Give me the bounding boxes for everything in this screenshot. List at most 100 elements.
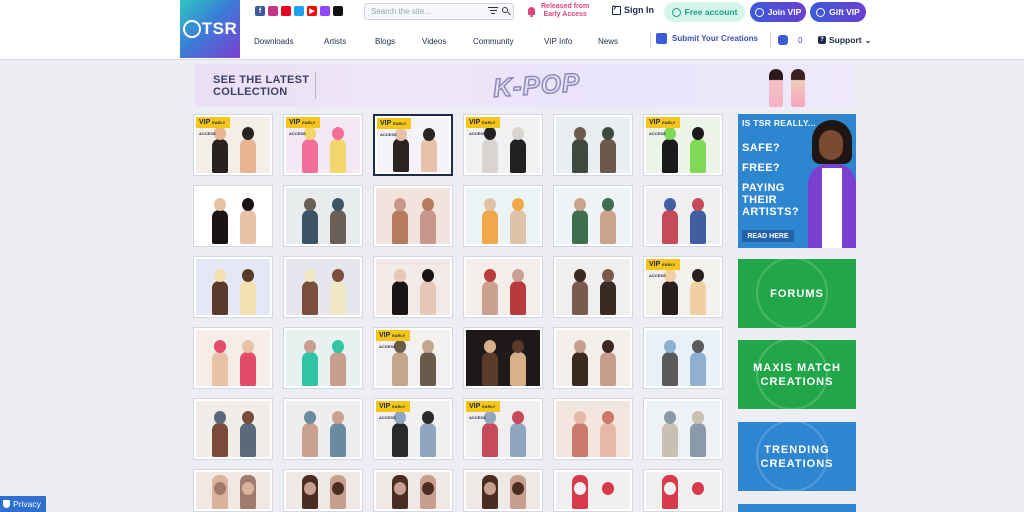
- join-vip-button[interactable]: Join VIP: [750, 2, 806, 22]
- logo-text: TSR: [201, 19, 238, 38]
- maxis-match-label: MAXIS MATCH CREATIONS: [753, 361, 841, 388]
- sign-in-icon: [612, 2, 621, 15]
- tsr-logo-icon: [182, 20, 201, 38]
- download-thumbnail[interactable]: [373, 469, 453, 512]
- download-thumbnail[interactable]: [463, 327, 543, 389]
- download-thumbnail[interactable]: VIP EARLY ACCESS: [193, 114, 273, 176]
- early-access-label: Released from Early Access: [541, 3, 590, 18]
- vip-icon: [754, 7, 764, 17]
- support-menu[interactable]: ? Support ⌄: [818, 35, 871, 45]
- kpop-collection-banner[interactable]: SEE THE LATEST COLLECTION K-POP: [195, 64, 854, 107]
- trending-label: TRENDING CREATIONS: [760, 443, 834, 470]
- vip-early-access-badge: VIP EARLY ACCESS: [646, 117, 680, 136]
- more-card[interactable]: [738, 504, 856, 512]
- download-thumbnail[interactable]: [193, 327, 273, 389]
- nav-videos[interactable]: Videos: [422, 37, 446, 46]
- sign-in-label: Sign In: [624, 5, 654, 15]
- shield-icon: [3, 500, 10, 508]
- submit-creations-link[interactable]: Submit Your Creations: [656, 33, 758, 44]
- download-thumbnail[interactable]: VIP EARLY ACCESS: [373, 327, 453, 389]
- download-thumbnail[interactable]: [283, 185, 363, 247]
- read-here-button[interactable]: READ HERE: [742, 230, 794, 242]
- vip-early-access-badge: VIP EARLY ACCESS: [646, 259, 680, 278]
- download-thumbnail[interactable]: [193, 469, 273, 512]
- download-thumbnail[interactable]: [643, 327, 723, 389]
- download-thumbnail[interactable]: VIP EARLY ACCESS: [373, 398, 453, 460]
- pinterest-icon[interactable]: [281, 6, 291, 16]
- site-header: TSR f ▶ Released from Early Access Sign …: [0, 0, 1024, 60]
- coin-count: 0: [798, 36, 803, 45]
- download-thumbnail[interactable]: [193, 185, 273, 247]
- download-thumbnail[interactable]: [643, 398, 723, 460]
- sign-in-link[interactable]: Sign In: [612, 2, 654, 15]
- nav-downloads[interactable]: Downloads: [254, 37, 294, 46]
- banner-caption: SEE THE LATEST COLLECTION: [213, 74, 310, 98]
- download-thumbnail[interactable]: [553, 256, 633, 318]
- instagram-icon[interactable]: [268, 6, 278, 16]
- download-thumbnail[interactable]: [463, 185, 543, 247]
- banner-divider: [315, 72, 316, 99]
- download-thumbnail[interactable]: [193, 256, 273, 318]
- download-thumbnail[interactable]: [643, 469, 723, 512]
- gift-icon: [816, 7, 826, 17]
- download-thumbnail[interactable]: [283, 327, 363, 389]
- download-thumbnail[interactable]: VIP EARLY ACCESS: [643, 256, 723, 318]
- download-thumbnail[interactable]: [283, 256, 363, 318]
- search-input[interactable]: [371, 4, 481, 19]
- download-thumbnail[interactable]: VIP EARLY ACCESS: [283, 114, 363, 176]
- download-thumbnail[interactable]: [373, 256, 453, 318]
- free-account-label: Free account: [684, 7, 738, 17]
- coin-icon[interactable]: [778, 35, 788, 45]
- chevron-down-icon: ⌄: [864, 35, 872, 45]
- free-account-button[interactable]: Free account: [664, 2, 745, 22]
- free-account-icon: [671, 7, 681, 17]
- search-icon[interactable]: [502, 7, 511, 16]
- download-thumbnail[interactable]: [373, 185, 453, 247]
- download-thumbnail[interactable]: VIP EARLY ACCESS: [643, 114, 723, 176]
- download-thumbnail[interactable]: VIP EARLY ACCESS: [463, 114, 543, 176]
- search-box: [364, 3, 514, 20]
- forums-card[interactable]: FORUMS: [738, 259, 856, 328]
- download-thumbnail[interactable]: [463, 469, 543, 512]
- gift-vip-button[interactable]: Gift VIP: [810, 2, 866, 22]
- download-thumbnail[interactable]: [463, 256, 543, 318]
- upload-icon: [656, 33, 667, 44]
- vip-early-access-badge: VIP EARLY ACCESS: [286, 117, 320, 136]
- ad-character-image: [806, 120, 856, 248]
- vip-early-access-badge: VIP EARLY ACCESS: [376, 330, 410, 349]
- nav-community[interactable]: Community: [473, 37, 513, 46]
- download-thumbnail[interactable]: [553, 185, 633, 247]
- nav-divider: [650, 32, 651, 48]
- download-thumbnail[interactable]: [553, 327, 633, 389]
- download-thumbnail[interactable]: VIP EARLY ACCESS: [463, 398, 543, 460]
- nav-artists[interactable]: Artists: [324, 37, 346, 46]
- download-thumbnail[interactable]: [283, 469, 363, 512]
- download-thumbnail[interactable]: [643, 185, 723, 247]
- nav-vip-info[interactable]: VIP Info: [544, 37, 572, 46]
- nav-divider: [770, 32, 771, 48]
- support-label: Support: [829, 35, 862, 45]
- download-thumbnail[interactable]: [553, 114, 633, 176]
- early-access-link[interactable]: Released from Early Access: [521, 1, 599, 21]
- social-links: f ▶: [255, 6, 343, 16]
- facebook-icon[interactable]: f: [255, 6, 265, 16]
- bell-icon: [528, 7, 535, 17]
- download-thumbnail[interactable]: [283, 398, 363, 460]
- download-thumbnail[interactable]: [553, 469, 633, 512]
- twitch-icon[interactable]: [320, 6, 330, 16]
- download-thumbnail[interactable]: VIP EARLY ACCESS: [373, 114, 453, 176]
- tsr-safety-ad[interactable]: IS TSR REALLY... SAFE? FREE? PAYING THEI…: [738, 114, 856, 248]
- download-thumbnail[interactable]: [553, 398, 633, 460]
- nav-blogs[interactable]: Blogs: [375, 37, 395, 46]
- vip-early-access-badge: VIP EARLY ACCESS: [466, 401, 500, 420]
- maxis-match-card[interactable]: MAXIS MATCH CREATIONS: [738, 340, 856, 409]
- youtube-icon[interactable]: ▶: [307, 6, 317, 16]
- tsr-logo[interactable]: TSR: [180, 0, 240, 58]
- tiktok-icon[interactable]: [333, 6, 343, 16]
- nav-news[interactable]: News: [598, 37, 618, 46]
- privacy-button[interactable]: Privacy: [0, 496, 46, 512]
- trending-card[interactable]: TRENDING CREATIONS: [738, 422, 856, 491]
- filter-icon[interactable]: [488, 7, 498, 16]
- download-thumbnail[interactable]: [193, 398, 273, 460]
- twitter-icon[interactable]: [294, 6, 304, 16]
